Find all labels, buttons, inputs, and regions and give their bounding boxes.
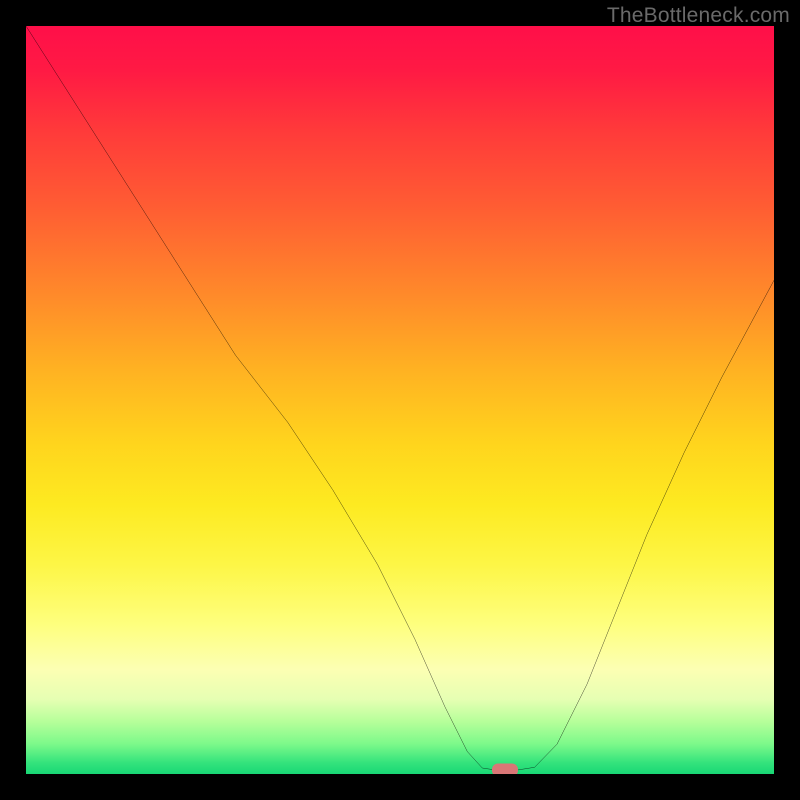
bottleneck-curve	[26, 26, 774, 774]
chart-frame: TheBottleneck.com	[0, 0, 800, 800]
bottleneck-plot	[26, 26, 774, 774]
optimal-point-marker	[492, 764, 518, 774]
watermark-label: TheBottleneck.com	[607, 4, 790, 28]
